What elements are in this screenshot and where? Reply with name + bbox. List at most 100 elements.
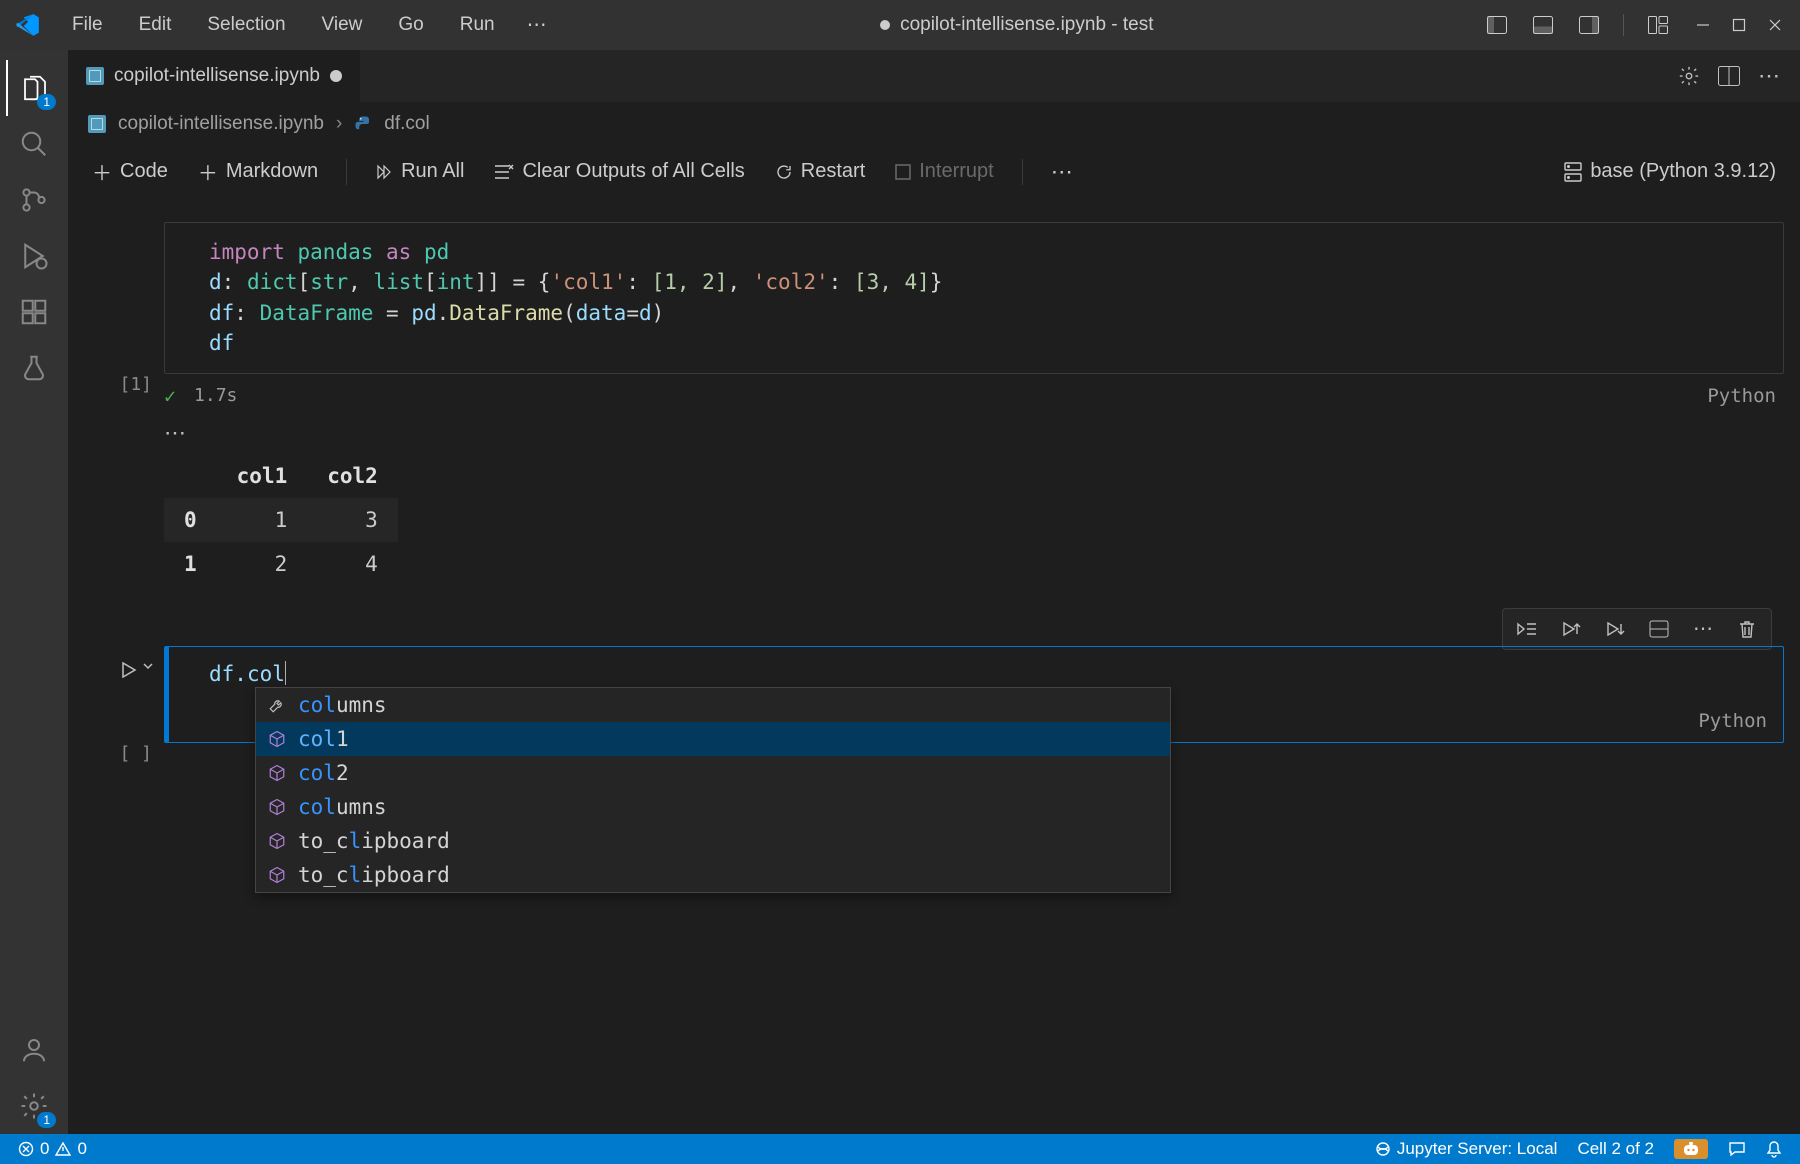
- dirty-indicator-icon: [880, 20, 890, 30]
- tab-bar: copilot-intellisense.ipynb ⋯: [68, 50, 1800, 102]
- settings-gear-icon[interactable]: 1: [6, 1078, 62, 1134]
- clear-outputs-icon: [494, 164, 514, 180]
- editor-area: copilot-intellisense.ipynb ⋯ copilot-int…: [68, 50, 1800, 1134]
- plus-icon: ＋: [198, 157, 218, 186]
- menu-selection[interactable]: Selection: [193, 10, 299, 40]
- output-menu-icon[interactable]: ⋯: [164, 416, 1784, 454]
- run-all-icon: [375, 163, 393, 181]
- suggestion-item[interactable]: columns: [256, 790, 1170, 824]
- editor-overflow-icon[interactable]: ⋯: [1758, 63, 1780, 89]
- tab-dirty-icon: [330, 70, 342, 82]
- clear-outputs-button[interactable]: Clear Outputs of All Cells: [482, 156, 756, 187]
- explorer-badge: 1: [37, 94, 56, 110]
- code-editor[interactable]: import pandas as pd d: dict[str, list[in…: [164, 222, 1784, 374]
- source-control-icon[interactable]: [6, 172, 62, 228]
- kernel-selector[interactable]: base (Python 3.9.12): [1552, 156, 1788, 187]
- search-icon[interactable]: [6, 116, 62, 172]
- success-check-icon: ✓: [164, 384, 176, 408]
- suggestion-label: to_clipboard: [298, 829, 450, 853]
- testing-icon[interactable]: [6, 340, 62, 396]
- notebook-file-icon: [88, 115, 106, 133]
- customize-layout-icon[interactable]: [1638, 12, 1678, 38]
- minimize-icon[interactable]: [1686, 14, 1720, 36]
- restart-button[interactable]: Restart: [763, 156, 877, 187]
- activity-bar: 1 1: [0, 50, 68, 1134]
- jupyter-icon: [1375, 1141, 1391, 1157]
- copilot-status[interactable]: [1664, 1134, 1718, 1164]
- accounts-icon[interactable]: [6, 1022, 62, 1078]
- suggestion-item[interactable]: to_clipboard: [256, 824, 1170, 858]
- editor-actions: ⋯: [1658, 50, 1800, 102]
- notebook-body[interactable]: import pandas as pd d: dict[str, list[in…: [68, 198, 1800, 1134]
- code-editor[interactable]: df.col columnscol1col2columnsto_clipboar…: [165, 647, 1783, 700]
- server-icon: [1564, 162, 1582, 182]
- cell-language[interactable]: Python: [1707, 385, 1784, 407]
- execution-status: ✓ 1.7s Python: [164, 374, 1784, 416]
- window-title: copilot-intellisense.ipynb - test: [557, 14, 1477, 36]
- notifications-icon[interactable]: [1756, 1134, 1792, 1164]
- menu-go[interactable]: Go: [384, 10, 437, 40]
- extensions-icon[interactable]: [6, 284, 62, 340]
- execute-below-icon[interactable]: [1593, 611, 1637, 647]
- suggestion-item[interactable]: to_clipboard: [256, 858, 1170, 892]
- toggle-panel-icon[interactable]: [1523, 12, 1563, 38]
- toggle-secondary-sidebar-icon[interactable]: [1569, 12, 1609, 38]
- breadcrumb-symbol[interactable]: df.col: [384, 113, 429, 135]
- cell-language[interactable]: Python: [1698, 710, 1775, 732]
- execution-time: 1.7s: [194, 385, 237, 406]
- vscode-logo-icon: [8, 12, 48, 38]
- close-icon[interactable]: [1758, 14, 1792, 36]
- menu-bar: File Edit Selection View Go Run ⋯: [58, 10, 557, 40]
- jupyter-server-status[interactable]: Jupyter Server: Local: [1365, 1134, 1568, 1164]
- execution-count: [ ]: [84, 743, 164, 764]
- explorer-icon[interactable]: 1: [6, 60, 62, 116]
- suggestion-label: to_clipboard: [298, 863, 450, 887]
- chevron-down-icon[interactable]: [142, 660, 154, 672]
- interrupt-button: Interrupt: [883, 156, 1005, 187]
- execution-count: [1]: [84, 374, 164, 416]
- interrupt-icon: [895, 164, 911, 180]
- split-editor-icon[interactable]: [1718, 66, 1740, 86]
- wrench-icon: [266, 696, 288, 714]
- add-code-cell-button[interactable]: ＋Code: [80, 153, 180, 190]
- active-cell: df.col columnscol1col2columnsto_clipboar…: [164, 646, 1784, 743]
- run-cell-button[interactable]: [84, 646, 164, 743]
- warning-icon: [55, 1141, 71, 1157]
- notebook-file-icon: [86, 67, 104, 85]
- toggle-primary-sidebar-icon[interactable]: [1477, 12, 1517, 38]
- settings-badge: 1: [37, 1112, 56, 1128]
- notebook-settings-icon[interactable]: [1678, 65, 1700, 87]
- add-markdown-cell-button[interactable]: ＋Markdown: [186, 153, 330, 190]
- execute-above-icon[interactable]: [1549, 611, 1593, 647]
- intellisense-popup: columnscol1col2columnsto_clipboardto_cli…: [255, 687, 1171, 893]
- menu-edit[interactable]: Edit: [125, 10, 186, 40]
- run-debug-icon[interactable]: [6, 228, 62, 284]
- split-cell-icon[interactable]: [1637, 611, 1681, 647]
- table-row: 1 2 4: [164, 542, 398, 586]
- menu-file[interactable]: File: [58, 10, 117, 40]
- suggestion-item[interactable]: col2: [256, 756, 1170, 790]
- menu-view[interactable]: View: [308, 10, 377, 40]
- cell-toolbar: ⋯: [1502, 608, 1772, 650]
- menu-overflow-icon[interactable]: ⋯: [517, 10, 557, 40]
- problems-status[interactable]: 0 0: [8, 1134, 97, 1164]
- notebook-cell: import pandas as pd d: dict[str, list[in…: [84, 222, 1784, 586]
- cell-overflow-icon[interactable]: ⋯: [1681, 611, 1725, 647]
- delete-cell-icon[interactable]: [1725, 611, 1769, 647]
- suggestion-item[interactable]: col1: [256, 722, 1170, 756]
- tab-notebook[interactable]: copilot-intellisense.ipynb: [68, 50, 361, 102]
- run-all-button[interactable]: Run All: [363, 156, 476, 187]
- restart-icon: [775, 163, 793, 181]
- menu-run[interactable]: Run: [446, 10, 509, 40]
- suggestion-item[interactable]: columns: [256, 688, 1170, 722]
- window-controls: [1686, 14, 1792, 36]
- table-row: 0 1 3: [164, 498, 398, 542]
- toolbar-overflow-icon[interactable]: ⋯: [1039, 155, 1085, 189]
- maximize-icon[interactable]: [1722, 14, 1756, 36]
- breadcrumb[interactable]: copilot-intellisense.ipynb › df.col: [68, 102, 1800, 146]
- cube-icon: [266, 730, 288, 748]
- run-by-line-icon[interactable]: [1505, 611, 1549, 647]
- feedback-icon[interactable]: [1718, 1134, 1756, 1164]
- breadcrumb-file[interactable]: copilot-intellisense.ipynb: [118, 113, 324, 135]
- cell-position-status[interactable]: Cell 2 of 2: [1567, 1134, 1664, 1164]
